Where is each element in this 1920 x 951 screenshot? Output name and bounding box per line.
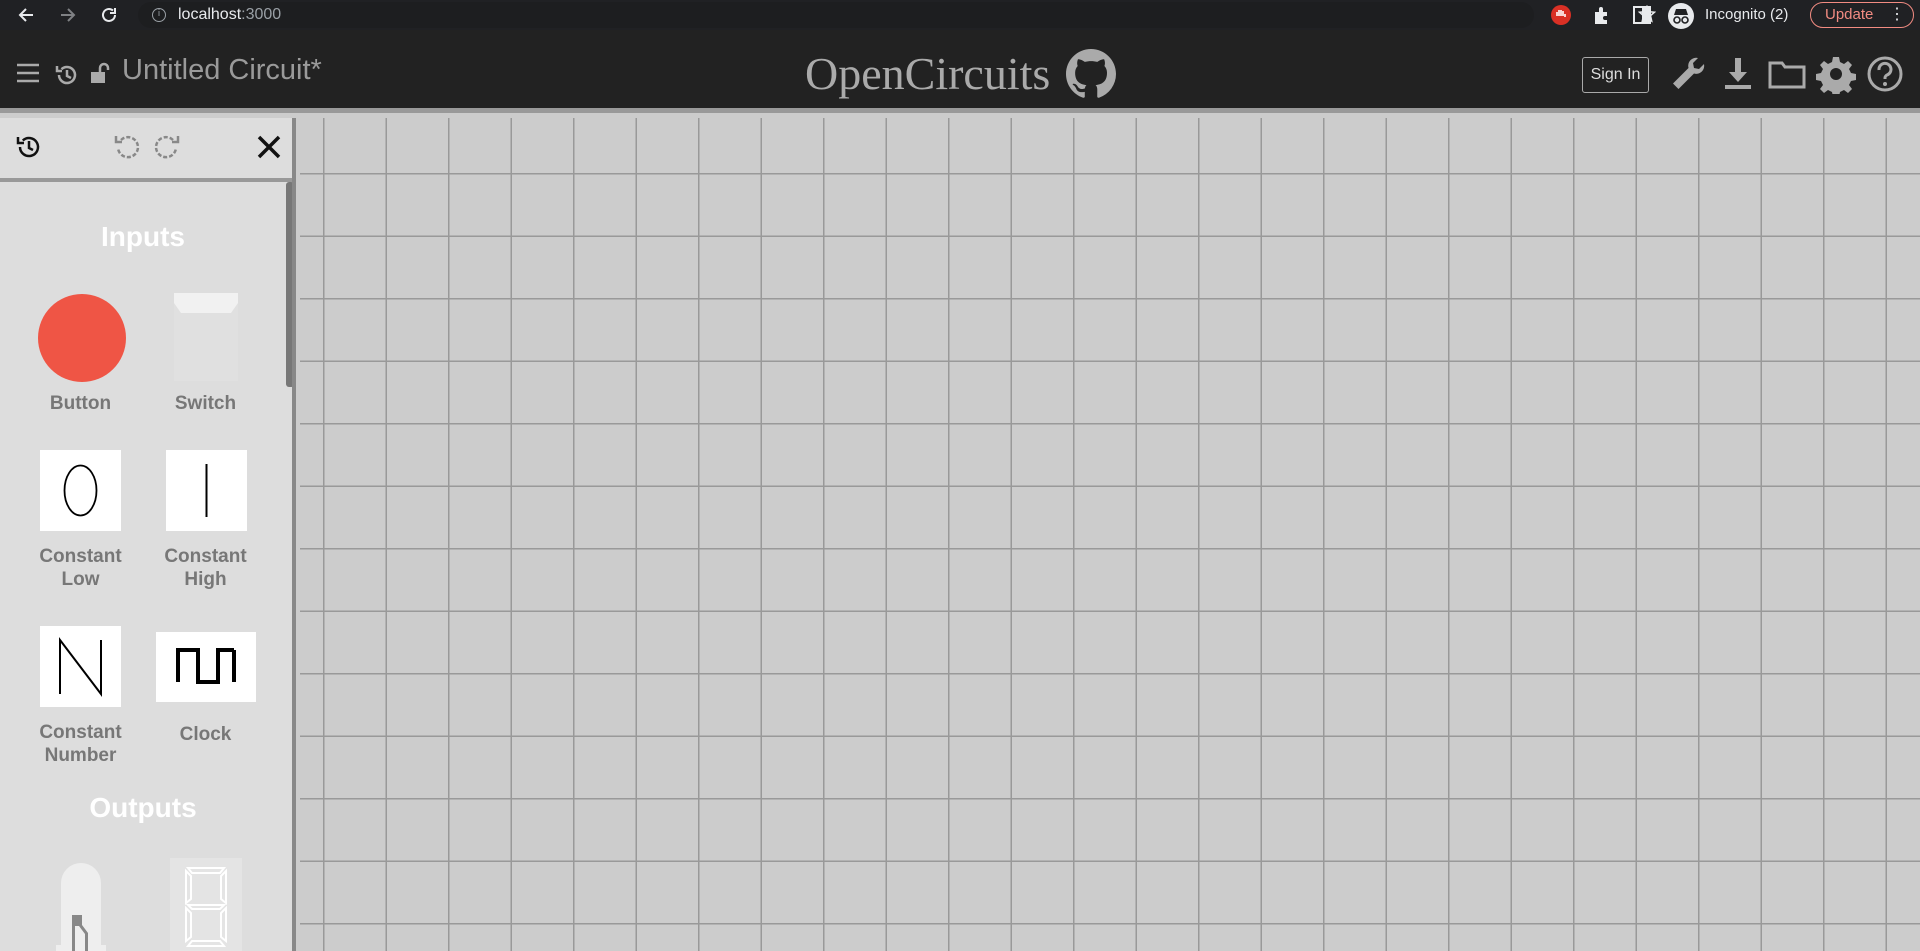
constant-high-icon xyxy=(166,450,247,536)
item-label: Constant Low xyxy=(39,546,122,590)
incognito-label[interactable]: Incognito (2) xyxy=(1705,6,1788,23)
circuit-canvas[interactable] xyxy=(300,118,1920,951)
led-icon xyxy=(54,858,108,951)
item-button[interactable]: Button xyxy=(18,293,143,418)
item-led[interactable] xyxy=(18,858,143,951)
circuit-name-input[interactable]: Untitled Circuit* xyxy=(122,54,322,87)
app-header: Untitled Circuit* OpenCircuits Sign In xyxy=(0,30,1920,113)
item-label: Constant Number xyxy=(39,722,122,766)
button-component-icon xyxy=(37,293,127,388)
section-title-inputs: Inputs xyxy=(101,221,185,252)
menu-dots-icon[interactable]: ⋮ xyxy=(1889,3,1905,27)
incognito-icon[interactable] xyxy=(1668,3,1694,29)
item-seven-segment-display[interactable] xyxy=(143,858,268,951)
back-icon[interactable] xyxy=(14,3,38,27)
address-bar[interactable]: i localhost:3000 xyxy=(138,2,1657,28)
item-label: Constant High xyxy=(164,546,247,590)
help-icon[interactable] xyxy=(1865,54,1905,94)
sidepanel-icon[interactable] xyxy=(1631,4,1653,26)
item-constant-low[interactable]: Constant Low xyxy=(18,450,143,595)
hamburger-icon[interactable] xyxy=(16,62,40,89)
forward-icon[interactable] xyxy=(56,3,80,27)
constant-low-icon xyxy=(40,450,121,536)
settings-gear-icon[interactable] xyxy=(1816,54,1856,97)
sidebar-scrollbar[interactable] xyxy=(286,182,292,387)
switch-component-icon xyxy=(173,293,239,386)
history-icon[interactable] xyxy=(14,132,44,162)
item-clock[interactable]: Clock xyxy=(143,632,268,777)
item-label: Switch xyxy=(174,393,237,414)
extension-icon[interactable] xyxy=(1591,4,1613,26)
item-label: Clock xyxy=(179,724,232,745)
item-switch[interactable]: Switch xyxy=(143,293,268,418)
history-icon[interactable] xyxy=(54,62,80,93)
sidebar-toolbar xyxy=(0,118,292,182)
clock-icon xyxy=(156,632,256,707)
update-button[interactable]: Update ⋮ xyxy=(1810,2,1914,28)
app-logo: OpenCircuits xyxy=(805,48,1051,99)
item-label: Button xyxy=(49,393,112,414)
redo-icon[interactable] xyxy=(152,132,182,162)
url-text: localhost:3000 xyxy=(178,6,282,23)
section-title-outputs: Outputs xyxy=(89,792,197,823)
site-info-icon[interactable]: i xyxy=(152,8,166,22)
update-label: Update xyxy=(1825,6,1874,23)
constant-number-icon xyxy=(40,626,121,712)
download-icon[interactable] xyxy=(1718,54,1758,94)
seven-segment-icon xyxy=(170,858,242,951)
browser-toolbar: i localhost:3000 Incognito (2) Update ⋮ xyxy=(0,0,1920,30)
github-icon[interactable] xyxy=(1066,49,1116,99)
sign-in-button[interactable]: Sign In xyxy=(1582,57,1649,93)
wrench-icon[interactable] xyxy=(1668,54,1708,94)
undo-icon[interactable] xyxy=(112,132,142,162)
extension-shield-icon[interactable] xyxy=(1550,4,1572,26)
close-icon[interactable] xyxy=(254,132,284,162)
item-constant-high[interactable]: Constant High xyxy=(143,450,268,595)
lock-icon[interactable] xyxy=(90,62,110,89)
folder-icon[interactable] xyxy=(1767,54,1807,94)
reload-icon[interactable] xyxy=(97,3,121,27)
item-constant-number[interactable]: Constant Number xyxy=(18,626,143,771)
